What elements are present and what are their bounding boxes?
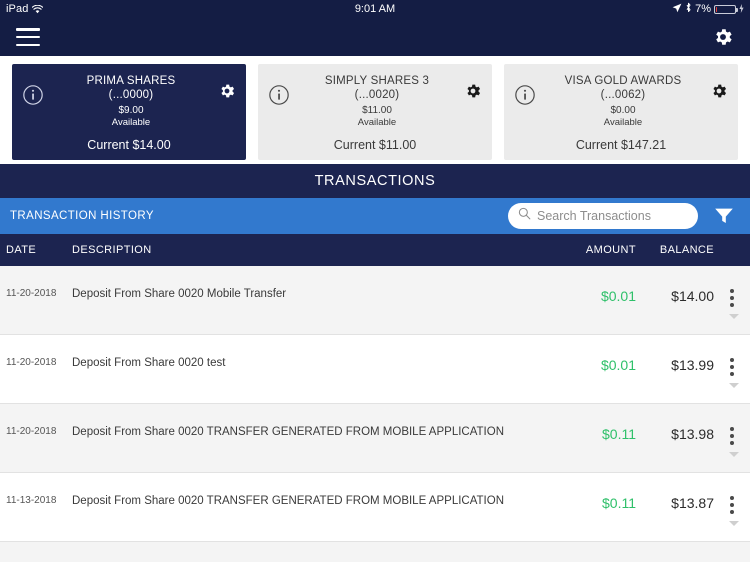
table-row[interactable]: 11-20-2018 Deposit From Share 0020 TRANS… — [0, 404, 750, 473]
transaction-date: 11-20-2018 — [6, 357, 57, 368]
filter-funnel-icon[interactable] — [698, 207, 750, 225]
account-number: (...0062) — [600, 89, 646, 102]
account-name: PRIMA SHARES — [86, 75, 176, 87]
table-row[interactable] — [0, 542, 750, 562]
gear-icon[interactable] — [712, 26, 734, 48]
chevron-down-icon[interactable] — [729, 383, 739, 388]
transactions-table-body: 11-20-2018 Deposit From Share 0020 Mobil… — [0, 266, 750, 562]
account-number: (...0000) — [108, 89, 154, 102]
account-current-balance: Current $14.00 — [87, 138, 171, 153]
hamburger-menu-icon[interactable] — [16, 28, 40, 46]
account-available-label: Available — [111, 117, 151, 129]
app-navigation-bar — [0, 18, 750, 56]
transaction-description: Deposit From Share 0020 test — [72, 357, 226, 369]
gear-icon[interactable] — [710, 82, 728, 100]
status-bar-left: iPad — [6, 3, 44, 15]
transaction-amount: $0.11 — [602, 426, 636, 442]
status-bar-right: 7% — [672, 2, 744, 16]
gear-icon[interactable] — [464, 82, 482, 100]
ios-status-bar: iPad 9:01 AM 7% — [0, 0, 750, 18]
account-available-label: Available — [357, 117, 397, 129]
account-name: SIMPLY SHARES 3 — [324, 75, 430, 87]
transaction-description: Deposit From Share 0020 Mobile Transfer — [72, 288, 287, 300]
table-row[interactable]: 11-20-2018 Deposit From Share 0020 test … — [0, 335, 750, 404]
transaction-date: 11-13-2018 — [6, 495, 57, 506]
transaction-history-label: TRANSACTION HISTORY — [10, 210, 154, 222]
column-header-balance: BALANCE — [659, 244, 714, 256]
transaction-amount: $0.01 — [600, 357, 636, 373]
transaction-balance: $14.00 — [671, 288, 714, 304]
account-card-top: SIMPLY SHARES 3 (...0020) $11.00 Availab… — [258, 70, 492, 129]
account-summary: PRIMA SHARES (...0000) $9.00 Available — [44, 74, 218, 129]
account-current-balance: Current $11.00 — [333, 138, 417, 153]
transaction-date: 11-20-2018 — [6, 426, 57, 437]
battery-percent-label: 7% — [695, 3, 711, 15]
chevron-down-icon[interactable] — [729, 452, 739, 457]
account-available-amount: $0.00 — [610, 104, 636, 116]
transaction-description: Deposit From Share 0020 TRANSFER GENERAT… — [72, 426, 505, 438]
table-row[interactable]: 11-13-2018 Deposit From Share 0020 TRANS… — [0, 473, 750, 542]
account-name: VISA GOLD AWARDS — [564, 75, 682, 87]
kebab-menu-icon[interactable] — [714, 357, 750, 376]
info-circle-icon[interactable] — [22, 84, 44, 111]
kebab-menu-icon[interactable] — [714, 495, 750, 514]
account-available-label: Available — [603, 117, 643, 129]
transaction-balance: $13.87 — [671, 495, 714, 511]
column-header-description: DESCRIPTION — [72, 244, 152, 256]
account-cards-row: PRIMA SHARES (...0000) $9.00 Available C… — [0, 56, 750, 164]
chevron-down-icon[interactable] — [729, 521, 739, 526]
charging-bolt-icon — [739, 3, 744, 15]
account-card-visa-gold-awards[interactable]: VISA GOLD AWARDS (...0062) $0.00 Availab… — [504, 64, 738, 160]
search-transactions-box[interactable] — [508, 203, 698, 229]
account-available-amount: $9.00 — [118, 104, 144, 116]
location-arrow-icon — [672, 3, 682, 16]
transaction-date: 11-20-2018 — [6, 288, 57, 299]
account-card-simply-shares-3[interactable]: SIMPLY SHARES 3 (...0020) $11.00 Availab… — [258, 64, 492, 160]
kebab-menu-icon[interactable] — [714, 426, 750, 445]
account-number: (...0020) — [354, 89, 400, 102]
gear-icon[interactable] — [218, 82, 236, 100]
status-bar-clock: 9:01 AM — [354, 3, 396, 15]
search-icon — [518, 207, 531, 225]
account-card-top: VISA GOLD AWARDS (...0062) $0.00 Availab… — [504, 70, 738, 129]
info-circle-icon[interactable] — [268, 84, 290, 111]
transaction-description: Deposit From Share 0020 TRANSFER GENERAT… — [72, 495, 505, 507]
account-card-prima-shares[interactable]: PRIMA SHARES (...0000) $9.00 Available C… — [12, 64, 246, 160]
app-screen: iPad 9:01 AM 7% PRIMA SHARES (...0000) $… — [0, 0, 750, 562]
wifi-icon — [32, 4, 44, 14]
transactions-title: TRANSACTIONS — [0, 164, 750, 198]
account-current-balance: Current $147.21 — [575, 138, 667, 153]
account-summary: SIMPLY SHARES 3 (...0020) $11.00 Availab… — [290, 74, 464, 129]
account-available-amount: $11.00 — [362, 104, 392, 116]
column-header-date: DATE — [6, 244, 37, 256]
search-input[interactable] — [537, 209, 688, 223]
account-card-top: PRIMA SHARES (...0000) $9.00 Available — [12, 70, 246, 129]
device-label: iPad — [6, 3, 29, 15]
transactions-table-header: DATE DESCRIPTION AMOUNT BALANCE — [0, 234, 750, 266]
info-circle-icon[interactable] — [514, 84, 536, 111]
column-header-amount: AMOUNT — [585, 244, 636, 256]
transaction-amount: $0.11 — [602, 495, 636, 511]
kebab-menu-icon[interactable] — [714, 288, 750, 307]
transaction-amount: $0.01 — [600, 288, 636, 304]
battery-icon — [714, 4, 738, 14]
account-summary: VISA GOLD AWARDS (...0062) $0.00 Availab… — [536, 74, 710, 129]
bluetooth-icon — [685, 2, 692, 16]
table-row[interactable]: 11-20-2018 Deposit From Share 0020 Mobil… — [0, 266, 750, 335]
transaction-balance: $13.98 — [671, 426, 714, 442]
transaction-history-bar: TRANSACTION HISTORY — [0, 198, 750, 234]
chevron-down-icon[interactable] — [729, 314, 739, 319]
transaction-balance: $13.99 — [671, 357, 714, 373]
